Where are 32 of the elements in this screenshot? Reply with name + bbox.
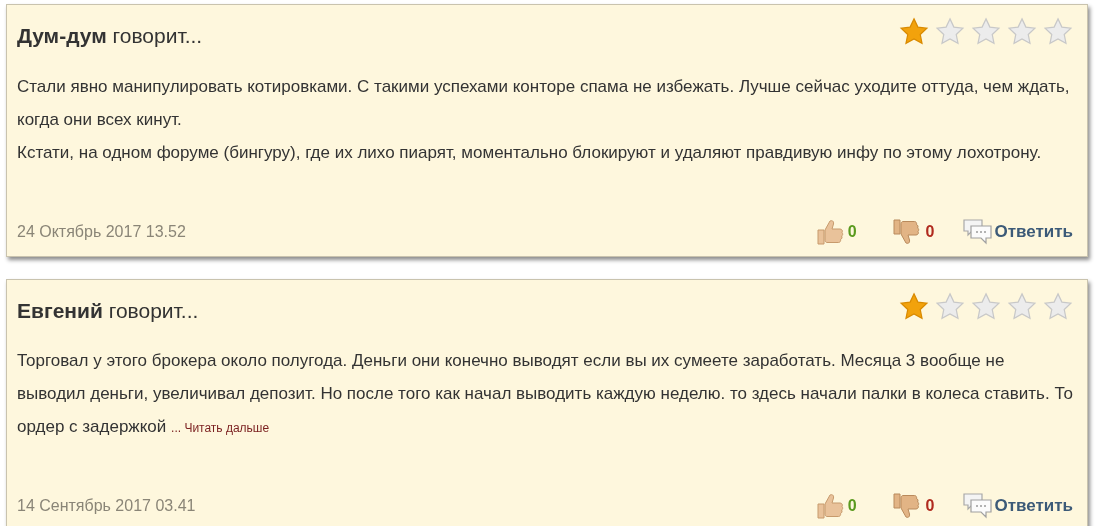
star-icon[interactable]: [1007, 17, 1037, 47]
speech-bubbles-icon[interactable]: [962, 217, 995, 246]
thumbs-up-icon[interactable]: [814, 492, 845, 520]
speech-bubbles-icon[interactable]: [962, 492, 995, 520]
like-count: 0: [847, 496, 857, 516]
like-count: 0: [847, 221, 857, 242]
reply-link[interactable]: Ответить: [994, 493, 1073, 519]
star-icon[interactable]: [899, 17, 929, 47]
star-icon[interactable]: [971, 17, 1001, 47]
star-icon[interactable]: [899, 291, 929, 322]
thumbs-down-icon[interactable]: [890, 217, 921, 246]
comment-text: Стали явно манипулировать котировками. С такими успехами конторе спама не избежать. Лучше сейчас уходите оттуда, чем ждать, когда они всех кинут.: [17, 75, 1071, 131]
star-icon[interactable]: [1043, 291, 1073, 322]
comment-date: 14 Сентябрь 2017 03.41: [17, 496, 196, 516]
read-more-link[interactable]: ... Читать дальше: [171, 421, 270, 435]
thumbs-up-icon[interactable]: [814, 217, 845, 246]
star-icon[interactable]: [935, 291, 965, 322]
comment-date: 24 Октябрь 2017 13.52: [17, 221, 186, 242]
comment-text: Кстати, на одном форуме (бингуру), где их лихо пиарят, моментально блокируют и удаляют правдивую инфу по этому лохотрону.: [17, 141, 1043, 164]
star-rating[interactable]: [899, 291, 1073, 322]
comment-text: Торговал у этого брокера около полугода. Деньги они конечно выводят если вы их сумеете заработать. Месяца 3 вообще не выводил деньги, увеличивал депозит. Но после того как начал выводить каждую неделю. то здесь начали палки в колеса ставить. То ордер с задержкой ... Читать дальше: [17, 350, 1073, 438]
comment-heading: Евгений говорит...: [17, 297, 199, 324]
star-icon[interactable]: [1043, 17, 1073, 47]
star-icon[interactable]: [1007, 291, 1037, 322]
dislike-count: 0: [925, 221, 935, 242]
reply-link[interactable]: Ответить: [994, 218, 1073, 245]
star-icon[interactable]: [971, 291, 1001, 322]
star-rating[interactable]: [899, 17, 1073, 47]
thumbs-down-icon[interactable]: [890, 492, 921, 520]
dislike-count: 0: [925, 496, 935, 516]
comment-heading: Дум-дум говорит...: [17, 23, 203, 49]
star-icon[interactable]: [935, 17, 965, 47]
